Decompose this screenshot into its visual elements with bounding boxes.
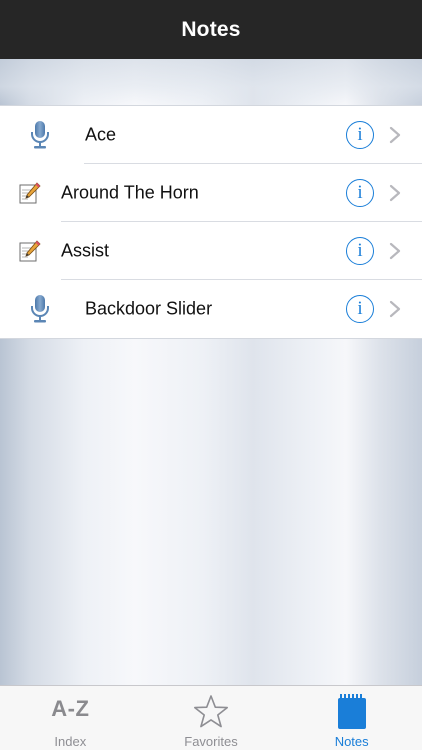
notes-list: Ace i Around The Horn i Assist i Backdoo…: [0, 105, 422, 339]
list-item[interactable]: Ace i: [0, 106, 422, 164]
content-area[interactable]: Ace i Around The Horn i Assist i Backdoo…: [0, 59, 422, 685]
az-icon: A-Z: [51, 696, 90, 721]
tab-index[interactable]: A-Z Index: [0, 686, 141, 750]
notepad-icon: [337, 694, 366, 729]
tab-label: Index: [54, 734, 87, 749]
tab-label: Notes: [334, 734, 369, 749]
list-item-label: Assist: [61, 240, 110, 261]
info-button[interactable]: i: [346, 237, 374, 265]
star-icon: [193, 695, 229, 728]
page-title: Notes: [181, 17, 241, 41]
chevron-right-icon: [389, 300, 401, 318]
list-item[interactable]: Around The Horn i: [0, 164, 422, 222]
tab-favorites[interactable]: Favorites: [141, 686, 282, 750]
chevron-right-icon: [389, 242, 401, 260]
navigation-bar: Notes: [0, 0, 422, 59]
tab-label: Favorites: [184, 734, 238, 749]
tab-bar: A-Z Index Favorites Notes: [0, 685, 422, 750]
chevron-right-icon: [389, 126, 401, 144]
list-item-label: Ace: [85, 124, 117, 145]
info-button[interactable]: i: [346, 121, 374, 149]
microphone-icon: [31, 295, 49, 323]
list-item-label: Backdoor Slider: [85, 298, 213, 319]
tab-notes[interactable]: Notes: [281, 686, 422, 750]
info-button[interactable]: i: [346, 295, 374, 323]
note-pencil-icon: [19, 182, 41, 204]
note-pencil-icon: [19, 240, 41, 262]
list-item-label: Around The Horn: [61, 182, 199, 203]
list-item[interactable]: Assist i: [0, 222, 422, 280]
chevron-right-icon: [389, 184, 401, 202]
list-item[interactable]: Backdoor Slider i: [0, 280, 422, 338]
info-button[interactable]: i: [346, 179, 374, 207]
microphone-icon: [31, 121, 49, 149]
